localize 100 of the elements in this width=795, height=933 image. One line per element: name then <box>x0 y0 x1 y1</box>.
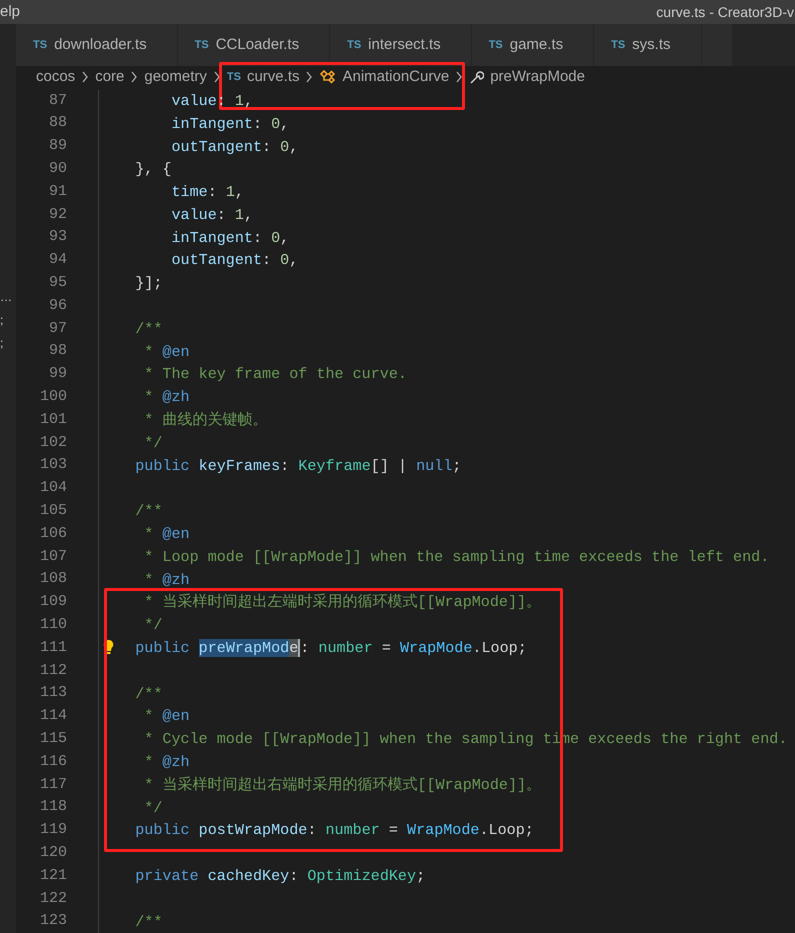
code-line: * Loop mode [[WrapMode]] when the sampling time exceeds the left end. <box>143 546 770 567</box>
line-number: 106 <box>38 524 67 544</box>
line-number: 101 <box>38 410 67 430</box>
line-number: 115 <box>38 728 67 749</box>
code-line: public keyFrames: Keyframe[] | null; <box>134 456 462 476</box>
code-line: private cachedKey: OptimizedKey; <box>134 866 426 886</box>
line-number: 120 <box>38 842 67 863</box>
line-number: 100 <box>38 387 67 408</box>
code-line: */ <box>143 798 162 818</box>
code-line: * The key frame of the curve. <box>143 364 407 384</box>
file-type-label: TS <box>194 38 209 53</box>
tab-label: downloader.ts <box>54 34 147 55</box>
line-number: 102 <box>38 432 67 453</box>
tab-label: sys.ts <box>632 34 671 55</box>
code-line: }]; <box>134 273 162 294</box>
breadcrumb-item[interactable]: geometry <box>144 66 207 88</box>
code-line: inTangent: 0, <box>170 228 290 248</box>
code-line: /** <box>134 318 162 339</box>
line-number: 122 <box>38 888 67 909</box>
code-line: value: 1, <box>170 204 254 225</box>
chevron-icon <box>305 71 314 84</box>
line-number: 110 <box>38 614 67 635</box>
line-number: 89 <box>48 136 67 156</box>
editor-tab[interactable]: TS sys.ts <box>594 24 702 66</box>
line-number: 92 <box>48 204 67 225</box>
line-number: 103 <box>38 455 67 476</box>
breadcrumb-item[interactable]: cocos <box>36 66 76 88</box>
breadcrumb-item[interactable]: AnimationCurve <box>342 66 450 88</box>
line-number: 114 <box>38 706 67 726</box>
line-number: 112 <box>38 660 67 681</box>
line-number: 119 <box>38 820 67 840</box>
sidebar-item: ; <box>0 312 4 329</box>
line-number: 111 <box>38 638 67 658</box>
code-line: time: 1, <box>170 182 244 202</box>
code-line: }, { <box>134 159 172 180</box>
line-number: 97 <box>48 318 67 339</box>
line-number: 113 <box>38 683 67 704</box>
line-number: 116 <box>38 752 67 772</box>
code-line: * @en <box>143 706 190 726</box>
code-line: inTangent: 0, <box>170 114 290 134</box>
code-line: /** <box>134 501 162 522</box>
code-line: * 曲线的关键帧。 <box>143 410 268 430</box>
sidebar-item: … <box>0 289 13 306</box>
line-number: 87 <box>48 90 67 111</box>
line-number: 94 <box>48 250 67 270</box>
code-line: */ <box>143 615 162 636</box>
chevron-icon <box>81 71 90 84</box>
sidebar-item: ; <box>0 335 4 352</box>
line-number: 95 <box>48 273 67 294</box>
file-type-label: TS <box>611 38 626 53</box>
line-number: 99 <box>48 364 67 384</box>
code-line: * @en <box>143 342 190 362</box>
editor-tab[interactable]: TS intersect.ts <box>330 24 472 66</box>
chevron-icon <box>455 71 464 84</box>
chevron-icon <box>212 71 221 84</box>
wrench-icon <box>469 70 484 85</box>
line-number: 88 <box>48 113 67 134</box>
code-line: public preWrapMode: number = WrapMode.Loop; <box>134 638 527 658</box>
code-line: /** <box>134 684 162 704</box>
class-icon <box>319 70 336 85</box>
line-number: 96 <box>48 296 67 316</box>
file-type-label: TS <box>226 70 241 85</box>
tab-label: CCLoader.ts <box>216 34 300 55</box>
code-line: outTangent: 0, <box>170 250 298 270</box>
line-number: 91 <box>48 182 67 202</box>
line-number: 104 <box>38 478 67 498</box>
line-number: 105 <box>38 501 67 521</box>
breadcrumb-item[interactable]: preWrapMode <box>490 66 585 88</box>
code-line: public postWrapMode: number = WrapMode.Loop; <box>134 820 534 840</box>
line-number: 108 <box>38 569 67 590</box>
line-number: 117 <box>38 774 67 795</box>
code-line: * @zh <box>143 752 190 772</box>
editor-tab[interactable]: TS game.ts <box>472 24 594 66</box>
breadcrumb-item[interactable]: core <box>95 66 124 88</box>
line-number: 123 <box>38 911 67 932</box>
code-line: * 当采样时间超出左端时采用的循环模式[[WrapMode]]。 <box>143 592 542 612</box>
file-type-label: TS <box>347 38 362 53</box>
code-line: * @en <box>143 524 190 544</box>
code-line: value: 1, <box>170 90 254 111</box>
line-number: 107 <box>38 546 67 567</box>
line-number: 121 <box>38 866 67 886</box>
tab-label: game.ts <box>510 34 564 55</box>
code-line: * @zh <box>143 570 190 590</box>
code-line: * 当采样时间超出右端时采用的循环模式[[WrapMode]]。 <box>143 774 542 795</box>
code-line: */ <box>143 432 162 453</box>
breadcrumb-item[interactable]: curve.ts <box>246 66 300 88</box>
file-type-label: TS <box>33 38 48 53</box>
line-number: 90 <box>48 159 67 180</box>
code-line: outTangent: 0, <box>170 136 298 156</box>
chevron-icon <box>130 71 138 84</box>
code-line: * @zh <box>143 387 190 408</box>
code-line: /** <box>134 912 162 932</box>
line-number: 98 <box>48 341 67 362</box>
tab-label: intersect.ts <box>368 34 441 55</box>
file-type-label: TS <box>488 38 503 53</box>
editor-tab[interactable]: TS CCLoader.ts <box>178 24 330 66</box>
line-number: 93 <box>48 227 67 248</box>
line-number: 109 <box>38 592 67 612</box>
line-number: 118 <box>38 797 67 818</box>
editor-tab[interactable]: TS downloader.ts <box>16 24 178 66</box>
